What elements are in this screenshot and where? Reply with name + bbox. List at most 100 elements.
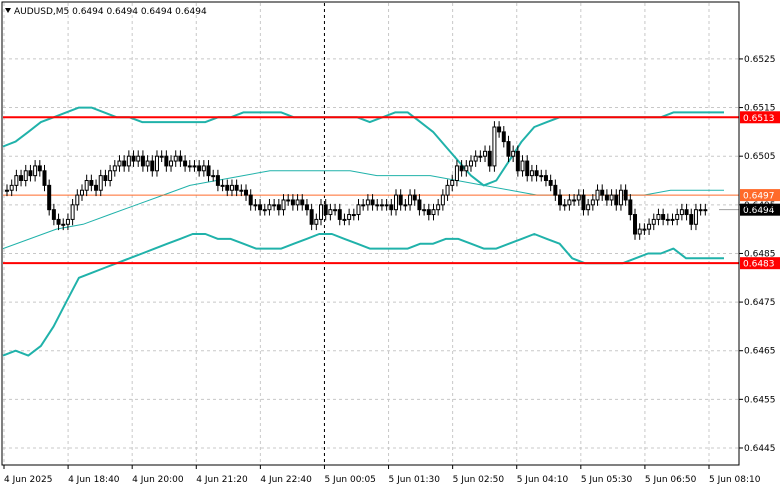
candle-body [539, 175, 544, 178]
candle-body [483, 150, 488, 157]
candle-body [164, 155, 169, 167]
candle-body [586, 204, 591, 211]
candle-body [187, 165, 192, 168]
candle-body [333, 209, 338, 212]
candle-body [623, 189, 628, 201]
candle-body [478, 155, 483, 158]
candle-body [604, 194, 609, 201]
candle-body [431, 209, 436, 216]
candle-body [159, 155, 164, 158]
candle-body [656, 214, 661, 220]
candle-body [131, 155, 136, 162]
candle-body [33, 165, 38, 177]
candle-body [56, 218, 61, 225]
candle-body [553, 184, 558, 196]
candle-body [173, 155, 178, 162]
candle-body [445, 184, 450, 196]
candle-body [389, 204, 394, 211]
candle-body [572, 199, 577, 202]
time-tick-label: 5 Jun 05:30 [581, 475, 633, 485]
candle-body [487, 150, 492, 167]
candle-body [403, 204, 408, 207]
candle-body [314, 218, 319, 225]
price-tick-label: 0.6495 [744, 201, 776, 211]
candle-body [272, 204, 277, 207]
candle-body [506, 141, 511, 157]
candle-body [28, 170, 33, 177]
candle-body [70, 204, 75, 220]
price-tick-label: 0.6485 [744, 249, 776, 259]
candle-body [197, 165, 202, 172]
candle-body [84, 180, 89, 191]
candle-body [459, 165, 464, 172]
candle-body [192, 165, 197, 168]
candle-body [375, 204, 380, 207]
time-tick-label: 5 Jun 04:10 [517, 475, 569, 485]
candle-body [136, 155, 141, 162]
candle-body [356, 204, 361, 216]
candle-body [618, 189, 623, 206]
candle-body [122, 160, 127, 167]
candle-body [19, 175, 24, 182]
candle-body [454, 165, 459, 182]
candle-body [258, 204, 263, 211]
candle-body [295, 199, 300, 206]
candle-body [229, 184, 234, 191]
price-chart[interactable]: 0.65130.64830.64970.6494 0.65250.65150.6… [0, 0, 781, 489]
candle-body [300, 199, 305, 206]
candle-body [642, 228, 647, 231]
candle-body [637, 228, 642, 235]
candle-body [108, 170, 113, 182]
candle-body [497, 126, 502, 133]
candle-body [112, 165, 117, 172]
candle-body [309, 209, 314, 225]
price-tick-label: 0.6445 [744, 444, 776, 454]
candle-body [5, 189, 9, 192]
candle-body [225, 184, 230, 191]
time-tick-label: 4 Jun 20:00 [132, 475, 184, 485]
candle-body [262, 209, 267, 212]
candle-body [693, 209, 698, 225]
candle-body [23, 170, 28, 182]
candle-body [304, 204, 309, 211]
candle-body [154, 155, 159, 172]
candle-body [525, 160, 530, 177]
candle-body [511, 150, 516, 157]
candle-body [61, 223, 66, 226]
candle-body [436, 204, 441, 211]
candle-body [9, 184, 14, 191]
candle-body [628, 199, 633, 216]
candle-body [351, 214, 356, 217]
time-tick-label: 5 Jun 06:50 [645, 475, 697, 485]
candle-body [450, 180, 455, 186]
candle-body [689, 214, 694, 225]
candle-body [183, 160, 188, 167]
candle-body [614, 194, 619, 206]
price-tick-label: 0.6515 [744, 104, 776, 114]
candle-body [234, 184, 239, 191]
candle-body [684, 209, 689, 216]
time-tick-label: 4 Jun 18:40 [68, 475, 120, 485]
candle-body [319, 204, 324, 220]
price-tick-label: 0.6505 [744, 152, 776, 162]
candle-body [286, 199, 291, 202]
candle-body [98, 175, 103, 191]
candle-body [515, 150, 520, 172]
candle-body [633, 214, 638, 235]
candle-body [468, 160, 473, 167]
candle-body [529, 170, 534, 177]
candle-body [244, 189, 249, 196]
candle-body [37, 165, 42, 172]
candle-body [492, 126, 497, 167]
candle-body [647, 223, 652, 230]
candle-body [501, 131, 506, 143]
candle-body [384, 204, 389, 207]
candle-body [370, 199, 375, 206]
candle [47, 179, 52, 216]
candle-body [675, 214, 680, 220]
candle [492, 121, 497, 172]
candle-body [178, 155, 183, 162]
candle-body [703, 209, 708, 212]
candle-body [75, 194, 80, 206]
candle-body [548, 180, 553, 186]
